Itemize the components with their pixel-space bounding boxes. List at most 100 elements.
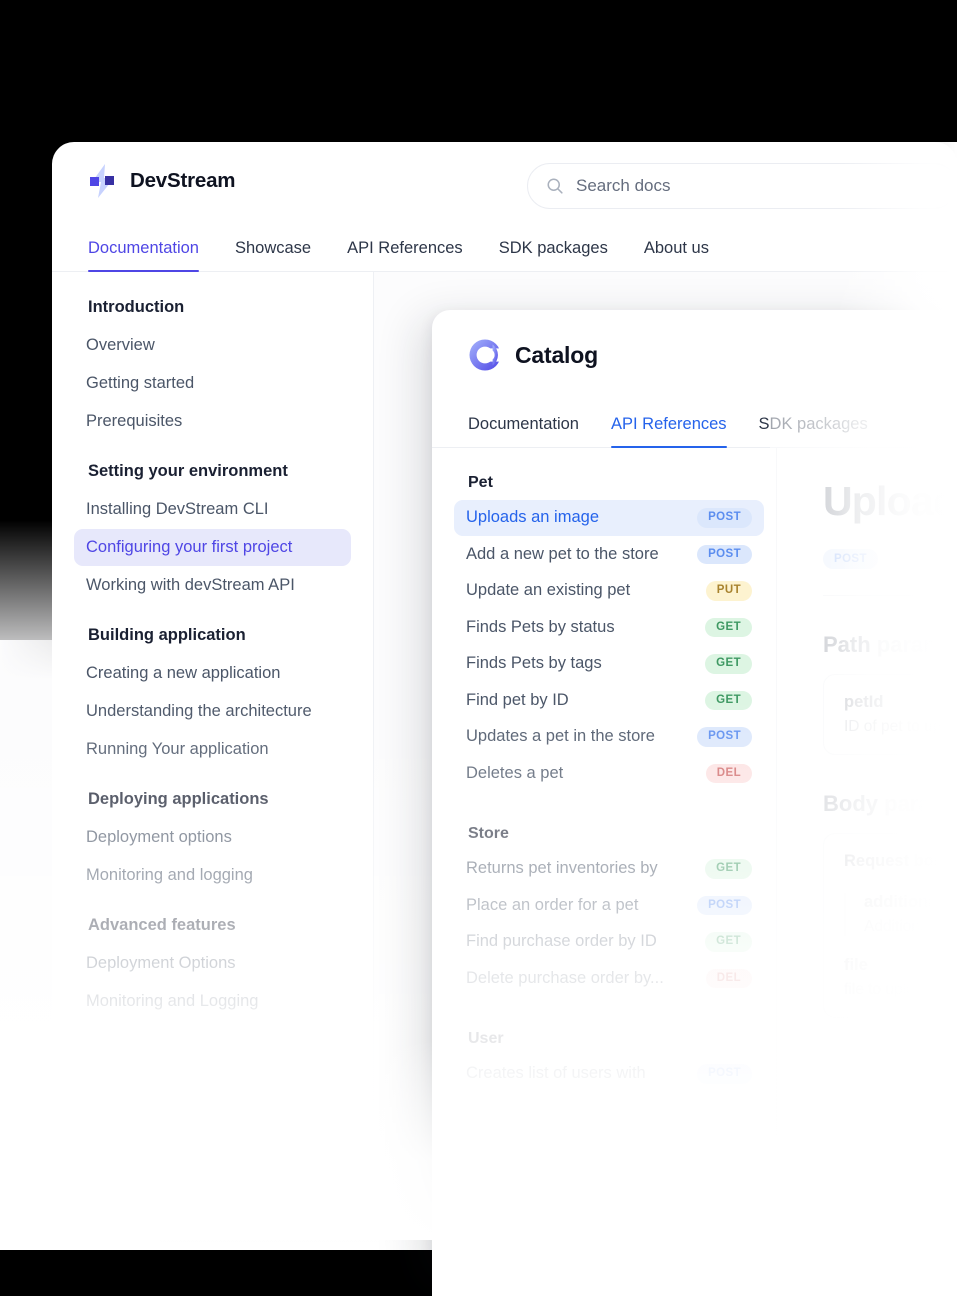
endpoint-list: Pet Uploads an image POST Add a new pet … [432,448,777,1296]
endpoint-label: Delete purchase order by... [466,968,664,987]
request-body-field-1: additionalMetadata Additional data to pa… [844,893,957,936]
method-badge-get: GET [705,617,752,637]
path-parameter-name: petId [844,693,884,711]
catalog-tab-api-references[interactable]: API References [610,415,727,448]
endpoint-row-finds-pets-by-tags[interactable]: Finds Pets by tags GET [454,646,764,682]
endpoint-row-delete-purchase-order-by-id[interactable]: Delete purchase order by... DEL [454,961,764,997]
sidebar-item-monitoring-and-logging-advanced[interactable]: Monitoring and Logging [74,983,351,1020]
method-badge-post: POST [697,727,752,747]
endpoint-label: Find purchase order by ID [466,932,657,951]
field-description: file to upload [844,981,932,998]
endpoint-label: Updates a pet in the store [466,727,655,746]
sidebar-item-deployment-options[interactable]: Deployment options [74,819,351,856]
endpoint-row-updates-a-pet-in-the-store[interactable]: Updates a pet in the store POST [454,719,764,755]
method-badge-del: DEL [705,968,752,988]
catalog-c-icon [469,339,502,371]
sidebar-heading-introduction: Introduction [88,298,185,316]
sidebar-item-getting-started[interactable]: Getting started [74,365,351,402]
sidebar-item-installing-devstream-cli[interactable]: Installing DevStream CLI [74,491,351,528]
endpoint-row-creates-list-of-users-with[interactable]: Creates list of users with POST [454,1056,764,1092]
endpoint-row-update-an-existing-pet[interactable]: Update an existing pet PUT [454,573,764,609]
request-body-field-2: file file to upload [844,956,957,999]
sidebar-group-deploying-applications: Deploying applications Deployment option… [86,790,339,894]
path-parameters-heading-strong: Path [823,632,877,657]
method-badge-post: POST [823,549,878,569]
screenshot-stage: DevStream Documentation Showcase API Ref… [0,0,957,1296]
endpoint-row-deletes-a-pet[interactable]: Deletes a pet DEL [454,756,764,792]
nav-tab-about-us[interactable]: About us [644,239,709,271]
endpoint-label: Find pet by ID [466,690,569,709]
method-badge-get: GET [705,859,752,879]
sidebar-item-running-your-application[interactable]: Running Your application [74,731,351,768]
endpoint-row-place-an-order-for-a-pet[interactable]: Place an order for a pet POST [454,888,764,924]
method-badge-post: POST [697,1064,752,1084]
request-body-card: Request body additionalMetadata Addition… [823,833,957,1018]
endpoint-row-add-a-new-pet-to-the-store[interactable]: Add a new pet to the store POST [454,537,764,573]
field-description: Additional data to pass to server [864,918,957,935]
catalog-body: Pet Uploads an image POST Add a new pet … [432,448,957,1296]
endpoint-label: Creates list of users with [466,1064,646,1083]
endpoint-row-uploads-an-image[interactable]: Uploads an image POST [454,500,764,536]
nav-tab-showcase[interactable]: Showcase [235,239,311,271]
sidebar-item-overview[interactable]: Overview [74,327,351,364]
endpoint-group-heading-store: Store [468,825,509,842]
catalog-overlay-panel: Catalog Documentation API References SDK… [432,310,957,1296]
method-badge-get: GET [705,932,752,952]
endpoint-detail-method-row: POST [823,549,957,569]
endpoint-label: Returns pet inventories by [466,859,658,878]
endpoint-row-find-purchase-order-by-id[interactable]: Find purchase order by ID GET [454,924,764,960]
nav-tab-documentation[interactable]: Documentation [88,239,199,272]
endpoint-detail-title: Uploads an image [823,478,957,524]
sidebar-item-creating-a-new-application[interactable]: Creating a new application [74,655,351,692]
field-spacer [844,936,957,956]
body-parameters-heading: Body parameters [823,791,957,817]
sidebar-item-configuring-your-first-project[interactable]: Configuring your first project [74,529,351,566]
sidebar-item-deployment-options-advanced[interactable]: Deployment Options [74,945,351,982]
path-parameter-description: ID of pet to update [844,718,957,735]
body-parameters-heading-dim: parameters [884,791,957,816]
catalog-tab-sdk-packages[interactable]: SDK packages [759,415,868,447]
field-name: additionalMetadata [864,893,957,911]
sidebar-heading-deploying-applications: Deploying applications [88,790,269,808]
method-badge-put: PUT [705,581,752,601]
endpoint-row-returns-pet-inventories-by[interactable]: Returns pet inventories by GET [454,851,764,887]
search-icon [547,178,563,194]
sidebar-group-building-application: Building application Creating a new appl… [86,626,339,768]
sidebar-heading-setting-your-environment: Setting your environment [88,462,288,480]
endpoint-label: Add a new pet to the store [466,544,659,563]
search-bar[interactable]: Search docs [527,163,957,209]
endpoint-row-finds-pets-by-status[interactable]: Finds Pets by status GET [454,610,764,646]
method-badge-del: DEL [705,763,752,783]
method-badge-get: GET [705,654,752,674]
docs-sidebar: Introduction Overview Getting started Pr… [52,272,374,1232]
sidebar-item-prerequisites[interactable]: Prerequisites [74,403,351,440]
method-badge-post: POST [697,508,752,528]
endpoint-label: Finds Pets by tags [466,654,602,673]
endpoint-detail-pane: Uploads an image POST Path parameters pe… [777,448,957,1296]
path-parameters-heading-dim: parameters [876,632,957,657]
method-badge-get: GET [705,690,752,710]
catalog-title: Catalog [515,341,598,368]
sidebar-group-introduction: Introduction Overview Getting started Pr… [86,298,339,440]
sidebar-group-setting-your-environment: Setting your environment Installing DevS… [74,462,351,604]
brand[interactable]: DevStream [88,164,236,198]
sidebar-heading-advanced-features: Advanced features [88,916,236,934]
sidebar-item-monitoring-and-logging[interactable]: Monitoring and logging [74,857,351,894]
endpoint-group-heading-user: User [468,1030,504,1047]
endpoint-label: Update an existing pet [466,581,631,600]
search-input[interactable]: Search docs [576,176,671,196]
catalog-tab-documentation[interactable]: Documentation [468,415,579,447]
lightning-bolt-icon [90,164,114,198]
brand-name: DevStream [130,169,236,192]
endpoint-label: Place an order for a pet [466,895,639,914]
nav-tab-sdk-packages[interactable]: SDK packages [499,239,608,271]
endpoint-label: Uploads an image [466,508,599,527]
path-parameter-card: petId ID of pet to update [823,674,957,755]
sidebar-group-advanced-features: Advanced features Deployment Options Mon… [86,916,339,1020]
endpoint-group-heading-pet: Pet [468,474,493,491]
nav-tab-api-references[interactable]: API References [347,239,463,271]
sidebar-item-understanding-the-architecture[interactable]: Understanding the architecture [74,693,351,730]
detail-divider [823,595,957,596]
sidebar-item-working-with-devstream-api[interactable]: Working with devStream API [74,567,351,604]
endpoint-row-find-pet-by-id[interactable]: Find pet by ID GET [454,683,764,719]
